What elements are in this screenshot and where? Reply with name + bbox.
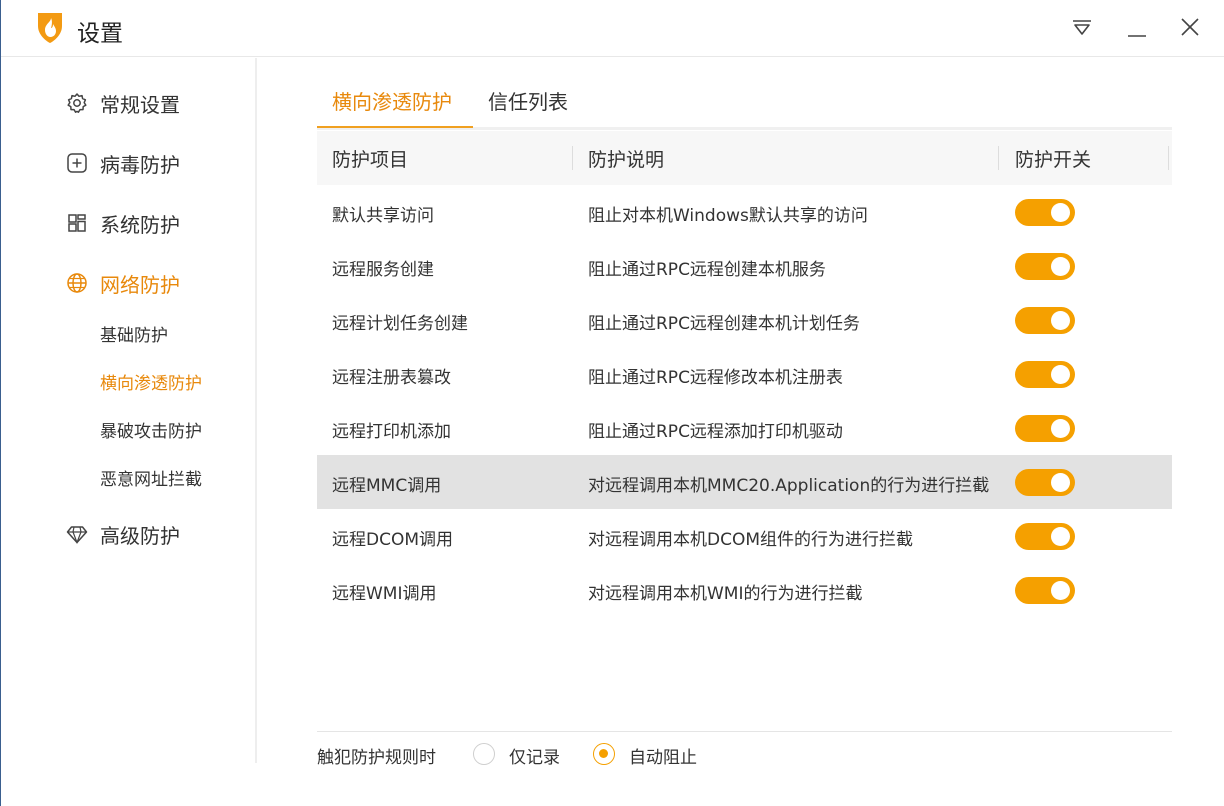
sidebar-subitem-malicious-url[interactable]: 恶意网址拦截 (100, 468, 202, 492)
toggle-knob (1051, 311, 1070, 330)
table-row[interactable]: 默认共享访问 阻止对本机Windows默认共享的访问 (317, 185, 1172, 239)
protection-table: 防护项目 防护说明 防护开关 默认共享访问 阻止对本机Windows默认共享的访… (317, 131, 1172, 617)
toggle-knob (1051, 419, 1070, 438)
triangle-down-icon (1073, 20, 1091, 35)
sidebar-item-network[interactable]: 网络防护 (65, 268, 180, 298)
sidebar-item-label: 系统防护 (100, 212, 180, 237)
grid-icon (65, 211, 89, 235)
toggle-knob (1051, 473, 1070, 492)
protection-toggle[interactable] (1015, 469, 1075, 496)
row-description: 对远程调用本机WMI的行为进行拦截 (588, 584, 863, 604)
protection-toggle[interactable] (1015, 361, 1075, 388)
table-row[interactable]: 远程WMI调用 对远程调用本机WMI的行为进行拦截 (317, 563, 1172, 617)
shield-flame-logo-icon (34, 10, 66, 44)
sidebar-item-label: 高级防护 (100, 523, 180, 548)
row-item-name: 远程注册表篡改 (332, 368, 451, 388)
sidebar-item-virus[interactable]: 病毒防护 (65, 148, 180, 178)
sidebar-nav: 常规设置 病毒防护 系统防护 网络防护 基础防护 横向渗透防护 暴破攻击防护 恶… (1, 58, 257, 763)
sidebar-item-label: 病毒防护 (100, 152, 180, 177)
menu-dropdown-button[interactable] (1070, 14, 1094, 42)
row-item-name: 远程计划任务创建 (332, 314, 468, 334)
tab-bar: 横向渗透防护 信任列表 (317, 72, 1172, 130)
column-header-desc: 防护说明 (588, 149, 665, 171)
column-divider (1168, 146, 1169, 170)
tab-lateral-protection[interactable]: 横向渗透防护 (332, 86, 452, 126)
rule-trigger-label: 触犯防护规则时 (317, 748, 436, 768)
plus-square-icon (65, 151, 89, 175)
protection-toggle[interactable] (1015, 307, 1075, 334)
tab-trust-list[interactable]: 信任列表 (488, 86, 568, 126)
table-row[interactable]: 远程服务创建 阻止通过RPC远程创建本机服务 (317, 239, 1172, 293)
table-header: 防护项目 防护说明 防护开关 (317, 131, 1172, 185)
diamond-icon (65, 522, 89, 546)
settings-window: 设置 常规设置 病毒防护 系统防护 网络防护 基础防护 横向渗透防护 暴破攻击防… (0, 0, 1224, 806)
sidebar-item-general[interactable]: 常规设置 (65, 88, 180, 118)
protection-toggle[interactable] (1015, 199, 1075, 226)
row-item-name: 远程服务创建 (332, 260, 434, 280)
sidebar-item-label: 常规设置 (100, 92, 180, 117)
row-description: 阻止通过RPC远程创建本机服务 (588, 260, 826, 280)
table-row[interactable]: 远程注册表篡改 阻止通过RPC远程修改本机注册表 (317, 347, 1172, 401)
radio-log-only[interactable] (473, 743, 495, 765)
row-description: 对远程调用本机MMC20.Application的行为进行拦截 (588, 476, 990, 496)
sidebar-subitem-bruteforce[interactable]: 暴破攻击防护 (100, 420, 202, 444)
radio-log-only-label[interactable]: 仅记录 (509, 743, 560, 768)
table-row[interactable]: 远程DCOM调用 对远程调用本机DCOM组件的行为进行拦截 (317, 509, 1172, 563)
table-row[interactable]: 远程打印机添加 阻止通过RPC远程添加打印机驱动 (317, 401, 1172, 455)
row-description: 阻止通过RPC远程添加打印机驱动 (588, 422, 843, 442)
toggle-knob (1051, 365, 1070, 384)
sidebar-item-system[interactable]: 系统防护 (65, 208, 180, 238)
row-item-name: 远程DCOM调用 (332, 530, 454, 550)
row-item-name: 远程打印机添加 (332, 422, 451, 442)
sidebar-item-advanced[interactable]: 高级防护 (65, 519, 180, 549)
protection-toggle[interactable] (1015, 523, 1075, 550)
toggle-knob (1051, 581, 1070, 600)
table-row[interactable]: 远程计划任务创建 阻止通过RPC远程创建本机计划任务 (317, 293, 1172, 347)
radio-auto-block-label[interactable]: 自动阻止 (629, 743, 697, 768)
protection-toggle[interactable] (1015, 415, 1075, 442)
gear-icon (65, 91, 89, 115)
sidebar-item-label: 网络防护 (100, 272, 180, 297)
column-divider (572, 146, 573, 170)
column-divider (998, 146, 999, 170)
toggle-knob (1051, 203, 1070, 222)
toggle-knob (1051, 527, 1070, 546)
column-header-switch: 防护开关 (1015, 149, 1092, 171)
radio-auto-block[interactable] (593, 743, 615, 765)
column-header-item: 防护项目 (332, 149, 409, 171)
window-title: 设置 (77, 21, 123, 47)
protection-toggle[interactable] (1015, 577, 1075, 604)
row-description: 阻止对本机Windows默认共享的访问 (588, 206, 868, 226)
row-item-name: 远程MMC调用 (332, 476, 442, 496)
close-button[interactable] (1178, 14, 1202, 42)
row-item-name: 默认共享访问 (332, 206, 434, 226)
row-description: 阻止通过RPC远程修改本机注册表 (588, 368, 843, 388)
row-item-name: 远程WMI调用 (332, 584, 437, 604)
row-description: 阻止通过RPC远程创建本机计划任务 (588, 314, 860, 334)
sidebar-subitem-basic[interactable]: 基础防护 (100, 324, 168, 348)
title-bar: 设置 (1, 0, 1224, 57)
sidebar-subitem-lateral[interactable]: 横向渗透防护 (100, 372, 202, 396)
protection-toggle[interactable] (1015, 253, 1075, 280)
row-description: 对远程调用本机DCOM组件的行为进行拦截 (588, 530, 914, 550)
table-row-hovered[interactable]: 远程MMC调用 对远程调用本机MMC20.Application的行为进行拦截 (317, 455, 1172, 509)
minimize-icon (1128, 35, 1146, 37)
footer-divider (317, 731, 1172, 732)
globe-icon (65, 271, 89, 295)
active-tab-indicator (317, 126, 473, 128)
minimize-button[interactable] (1125, 14, 1149, 42)
toggle-knob (1051, 257, 1070, 276)
close-icon (1181, 18, 1199, 36)
